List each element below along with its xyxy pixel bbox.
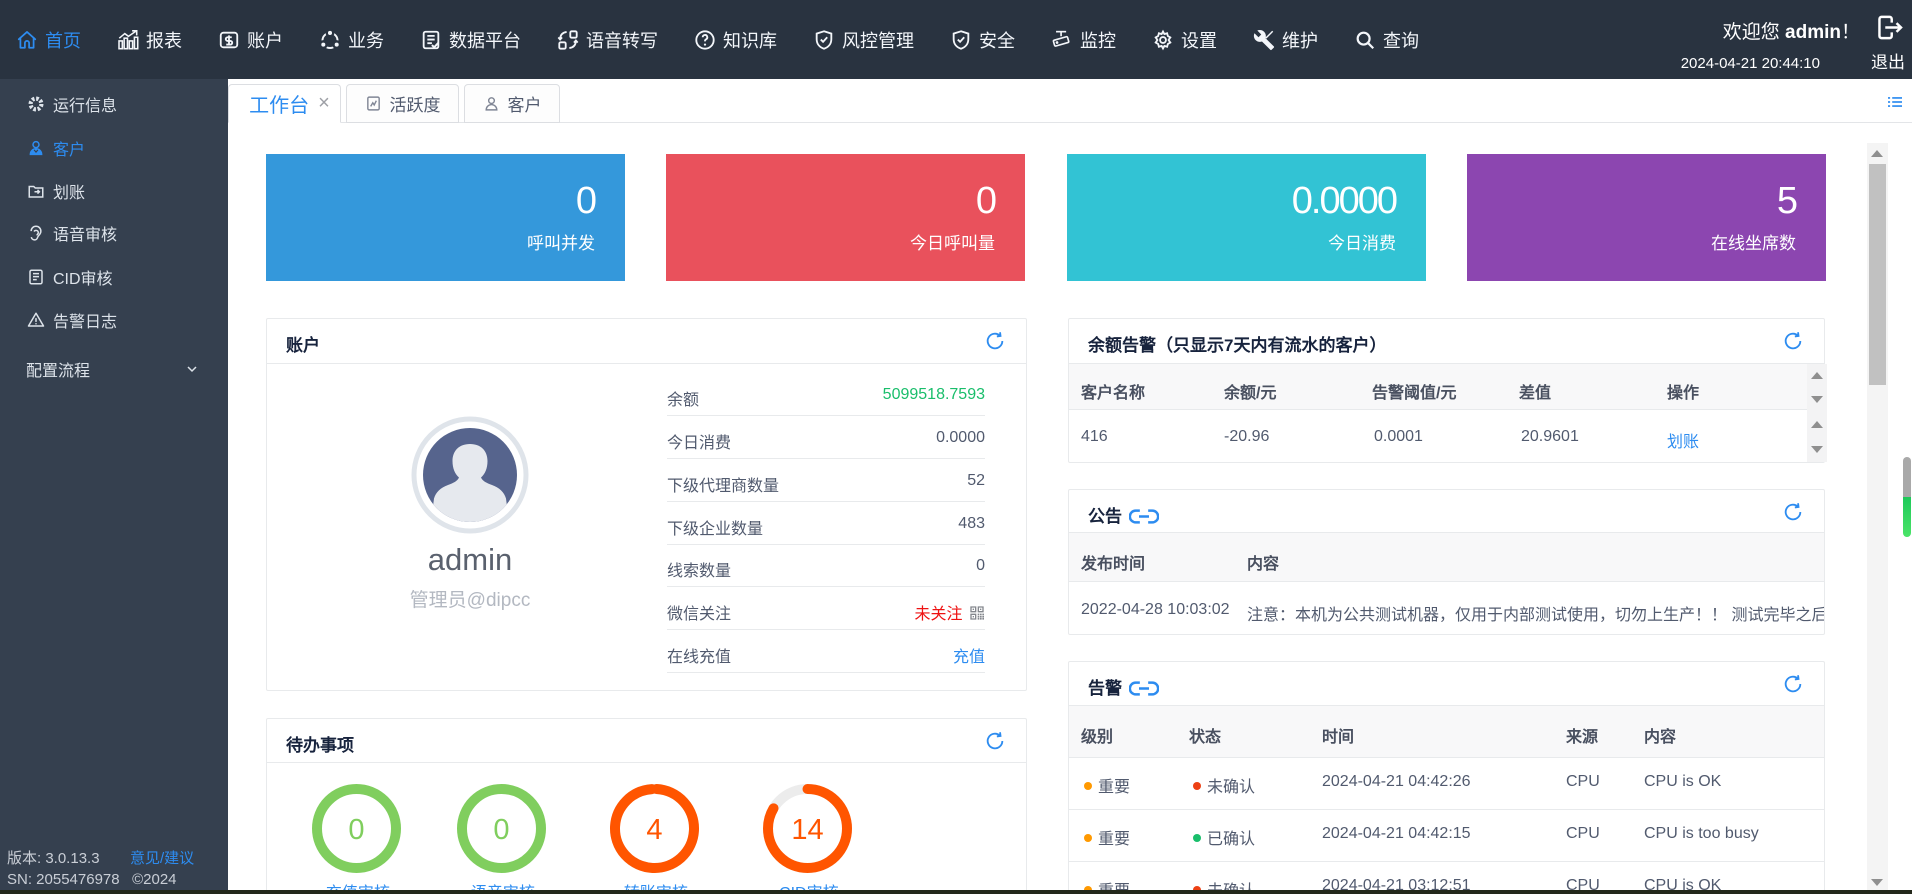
svg-text:0: 0 [348, 814, 364, 846]
svg-text:14: 14 [791, 814, 823, 846]
svg-text:0: 0 [493, 814, 509, 846]
svg-text:4: 4 [646, 814, 662, 846]
